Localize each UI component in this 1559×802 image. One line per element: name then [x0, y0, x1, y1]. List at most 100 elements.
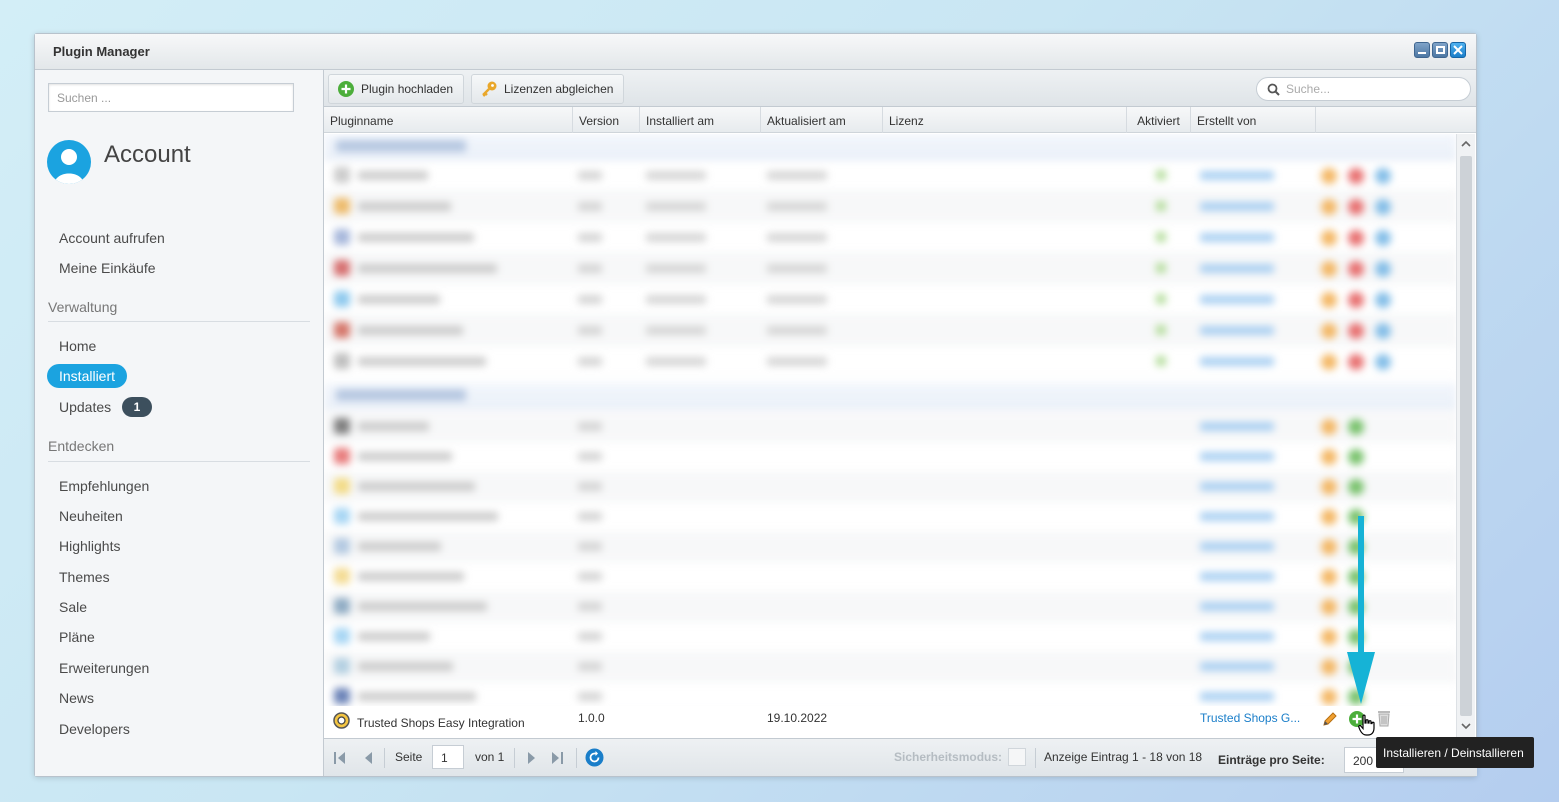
table-row[interactable]: [324, 315, 1456, 346]
nav-updates[interactable]: Updates: [59, 399, 111, 415]
action-icon[interactable]: [1321, 449, 1337, 465]
page-number-input[interactable]: 1: [432, 745, 464, 769]
nav-news[interactable]: News: [59, 690, 94, 706]
nav-highlights[interactable]: Highlights: [59, 538, 120, 554]
action-icon[interactable]: [1321, 261, 1337, 277]
nav-plaene[interactable]: Pläne: [59, 629, 95, 645]
scroll-down-icon[interactable]: [1461, 722, 1471, 730]
nav-themes[interactable]: Themes: [59, 569, 110, 585]
sidebar-search-input[interactable]: Suchen ...: [48, 83, 294, 112]
blurred-cell: [578, 233, 602, 242]
table-row[interactable]: [324, 441, 1456, 472]
updates-count-badge: 1: [122, 397, 152, 417]
maximize-button[interactable]: [1432, 42, 1448, 58]
table-row[interactable]: [324, 253, 1456, 284]
table-row[interactable]: [324, 621, 1456, 652]
table-row[interactable]: [324, 501, 1456, 532]
first-page-icon[interactable]: [333, 751, 347, 765]
action-icon[interactable]: [1348, 354, 1364, 370]
table-row[interactable]: [324, 591, 1456, 622]
action-icon[interactable]: [1348, 230, 1364, 246]
action-icon[interactable]: [1321, 509, 1337, 525]
action-icon[interactable]: [1321, 292, 1337, 308]
action-icon[interactable]: [1348, 419, 1364, 435]
nav-developers[interactable]: Developers: [59, 721, 130, 737]
action-icon[interactable]: [1321, 323, 1337, 339]
minimize-button[interactable]: [1414, 42, 1430, 58]
table-row[interactable]: [324, 191, 1456, 222]
nav-account-aufrufen[interactable]: Account aufrufen: [59, 230, 165, 246]
nav-sale[interactable]: Sale: [59, 599, 87, 615]
action-icon[interactable]: [1348, 199, 1364, 215]
column-erstellt-von[interactable]: Erstellt von: [1191, 107, 1316, 133]
action-icon[interactable]: [1375, 261, 1391, 277]
next-page-icon[interactable]: [526, 751, 538, 765]
table-row[interactable]: [324, 222, 1456, 253]
table-row[interactable]: Trusted Shops Easy Integration 1.0.0 19.…: [324, 706, 1456, 738]
nav-home[interactable]: Home: [59, 338, 96, 354]
table-row[interactable]: [324, 471, 1456, 502]
column-aktiviert[interactable]: Aktiviert: [1127, 107, 1191, 133]
window-titlebar[interactable]: Plugin Manager: [35, 34, 1476, 70]
minimize-icon: [1418, 52, 1426, 54]
action-icon[interactable]: [1321, 599, 1337, 615]
action-icon[interactable]: [1348, 323, 1364, 339]
prev-page-icon[interactable]: [362, 751, 374, 765]
table-row[interactable]: [324, 411, 1456, 442]
refresh-icon[interactable]: [585, 748, 604, 767]
nav-neuheiten[interactable]: Neuheiten: [59, 508, 123, 524]
action-icon[interactable]: [1375, 199, 1391, 215]
vertical-scrollbar[interactable]: [1456, 134, 1475, 738]
action-icon[interactable]: [1348, 449, 1364, 465]
action-icon[interactable]: [1348, 292, 1364, 308]
action-icon[interactable]: [1348, 479, 1364, 495]
trash-icon[interactable]: [1375, 709, 1393, 728]
action-icon[interactable]: [1375, 292, 1391, 308]
blurred-cell: [358, 482, 475, 491]
action-icon[interactable]: [1375, 230, 1391, 246]
plugin-author-link[interactable]: Trusted Shops G...: [1200, 711, 1300, 725]
action-icon[interactable]: [1321, 479, 1337, 495]
action-icon[interactable]: [1348, 168, 1364, 184]
column-installiert-am[interactable]: Installiert am: [640, 107, 761, 133]
plugin-search-input[interactable]: Suche...: [1256, 77, 1471, 101]
blurred-cell: [334, 260, 350, 276]
action-icon[interactable]: [1375, 168, 1391, 184]
safe-mode-checkbox[interactable]: [1008, 748, 1026, 766]
nav-meine-einkaeufe[interactable]: Meine Einkäufe: [59, 260, 156, 276]
action-icon[interactable]: [1348, 261, 1364, 277]
action-icon[interactable]: [1321, 659, 1337, 675]
last-page-icon[interactable]: [550, 751, 564, 765]
table-row[interactable]: [324, 284, 1456, 315]
table-row[interactable]: [324, 561, 1456, 592]
nav-erweiterungen[interactable]: Erweiterungen: [59, 660, 149, 676]
column-aktualisiert-am[interactable]: Aktualisiert am: [761, 107, 883, 133]
column-version[interactable]: Version: [573, 107, 640, 133]
column-pluginname[interactable]: Pluginname: [324, 107, 573, 133]
action-icon[interactable]: [1321, 230, 1337, 246]
action-icon[interactable]: [1321, 689, 1337, 705]
nav-installiert[interactable]: Installiert: [47, 364, 128, 388]
action-icon[interactable]: [1375, 354, 1391, 370]
action-icon[interactable]: [1321, 629, 1337, 645]
column-lizenz[interactable]: Lizenz: [883, 107, 1127, 133]
table-row[interactable]: [324, 651, 1456, 682]
table-row[interactable]: [324, 346, 1456, 377]
blurred-cell: [358, 422, 429, 431]
scroll-up-icon[interactable]: [1461, 140, 1471, 148]
action-icon[interactable]: [1321, 199, 1337, 215]
action-icon[interactable]: [1321, 419, 1337, 435]
action-icon[interactable]: [1321, 539, 1337, 555]
sync-licenses-button[interactable]: Lizenzen abgleichen: [471, 74, 625, 104]
nav-empfehlungen[interactable]: Empfehlungen: [59, 478, 149, 494]
edit-pencil-icon[interactable]: [1321, 710, 1339, 728]
close-button[interactable]: [1450, 42, 1466, 58]
action-icon[interactable]: [1375, 323, 1391, 339]
action-icon[interactable]: [1321, 354, 1337, 370]
table-row[interactable]: [324, 531, 1456, 562]
upload-plugin-button[interactable]: Plugin hochladen: [328, 74, 465, 104]
action-icon[interactable]: [1321, 569, 1337, 585]
action-icon[interactable]: [1321, 168, 1337, 184]
scrollbar-thumb[interactable]: [1460, 156, 1472, 716]
table-row[interactable]: [324, 160, 1456, 191]
